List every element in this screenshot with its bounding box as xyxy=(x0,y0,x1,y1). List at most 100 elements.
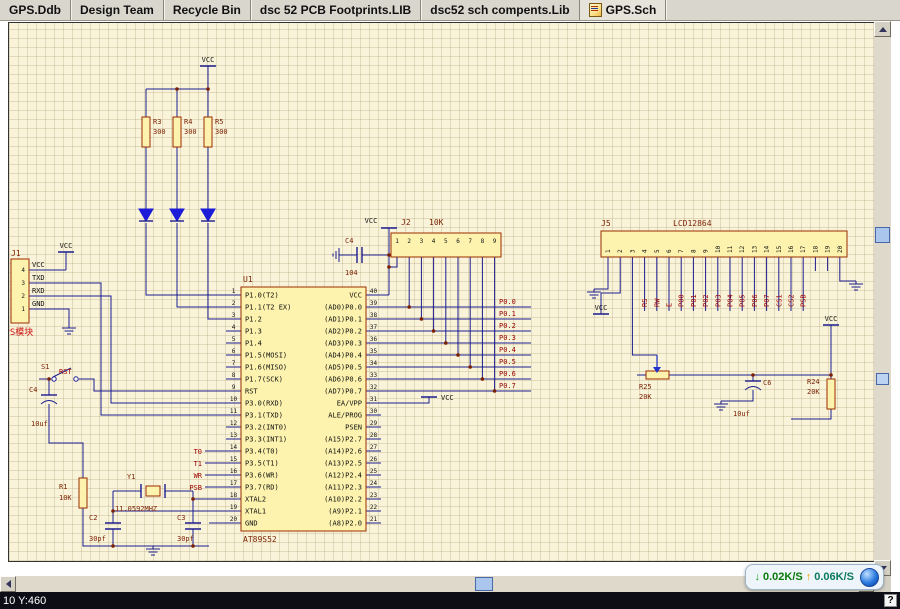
u1-left-pin-name: P3.4(T0) xyxy=(245,448,279,456)
net-label-t0: T0 xyxy=(194,448,202,456)
j2-pin-number: 6 xyxy=(456,238,460,245)
workspace: R3300R4300R5300 J1 GPS模块 4VCC3TXD2RXD1GN… xyxy=(0,21,900,592)
resistor-r1[interactable]: R1 10K xyxy=(59,478,87,508)
u1-right-pin-number: 33 xyxy=(370,372,378,379)
r24-value: 20K xyxy=(807,388,820,396)
junction-dot xyxy=(468,365,472,369)
tab-label: Recycle Bin xyxy=(173,3,241,17)
u1-right-pin-number: 29 xyxy=(370,420,378,427)
tab-gps-sch[interactable]: GPS.Sch xyxy=(580,0,667,20)
network-globe-icon[interactable] xyxy=(860,568,879,587)
j5-pin-number: 15 xyxy=(776,245,783,253)
schematic-sheet[interactable]: R3300R4300R5300 J1 GPS模块 4VCC3TXD2RXD1GN… xyxy=(8,22,874,562)
u1-left-pin-name: XTAL2 xyxy=(245,496,266,504)
y1-value: 11.0592MHZ xyxy=(115,505,157,513)
u1-right-pin-name: (AD4)P0.4 xyxy=(324,352,362,360)
connector-j5-lcd[interactable]: J5 LCD12864 1234RS5RW6E7P008P019P0210P03… xyxy=(601,219,847,307)
resistor-value: 300 xyxy=(215,128,228,136)
j5-pin-number: 19 xyxy=(825,245,832,253)
vertical-scroll-thumb[interactable] xyxy=(875,227,890,243)
network-speed-overlay[interactable]: ↓ 0.02K/S ↑ 0.06K/S xyxy=(745,564,885,590)
u1-right-pin-name: (AD5)P0.5 xyxy=(324,364,362,372)
j5-pin-number: 9 xyxy=(703,249,710,253)
u1-left-pin-number: 9 xyxy=(232,384,236,391)
net-label-p0: P0.7 xyxy=(499,382,516,390)
j5-pin-number: 17 xyxy=(800,245,807,253)
junction-dot xyxy=(493,389,497,393)
junction-dot xyxy=(751,373,755,377)
net-label-t1: T1 xyxy=(194,460,202,468)
j5-pin-number: 12 xyxy=(739,245,746,253)
net-label-p0: P0.0 xyxy=(499,298,516,306)
j1-pin-number: 2 xyxy=(21,293,25,300)
j2-pin-number: 1 xyxy=(395,238,399,245)
u1-ref: U1 xyxy=(243,275,253,284)
u1-left-pin-name: P1.0(T2) xyxy=(245,292,279,300)
crystal-y1[interactable]: Y1 11.0592MHZ xyxy=(115,473,165,513)
ic-u1[interactable]: U1 AT89S52 1P1.0(T2)2P1.1(T2 EX)3P1.24P1… xyxy=(230,275,378,544)
junction-dot xyxy=(387,253,391,257)
potentiometer-r25[interactable]: R25 20K xyxy=(639,355,669,401)
j5-pin-number: 2 xyxy=(617,249,624,253)
u1-right-pin-name: (AD7)P0.7 xyxy=(324,388,362,396)
j5-pin-number: 4 xyxy=(642,249,649,253)
tab-label: Design Team xyxy=(80,3,154,17)
scroll-up-button[interactable] xyxy=(874,21,891,37)
net-label-p0: P0.5 xyxy=(499,358,516,366)
vertical-scrollbar[interactable] xyxy=(874,21,891,576)
junction-dot xyxy=(191,497,195,501)
j2-pin-number: 4 xyxy=(432,238,436,245)
horizontal-scroll-thumb[interactable] xyxy=(475,577,493,591)
tab-recycle-bin[interactable]: Recycle Bin xyxy=(164,0,251,20)
u1-left-pin-name: RST xyxy=(245,388,258,396)
r1-value: 10K xyxy=(59,494,72,502)
resistor-r24[interactable]: R24 20K xyxy=(807,378,835,409)
tab-label: GPS.Ddb xyxy=(9,3,61,17)
c2-ref: C2 xyxy=(89,514,97,522)
schematic-canvas[interactable]: R3300R4300R5300 J1 GPS模块 4VCC3TXD2RXD1GN… xyxy=(0,21,874,576)
j5-pin-number: 8 xyxy=(690,249,697,253)
leds[interactable] xyxy=(139,209,215,221)
y1-ref: Y1 xyxy=(127,473,135,481)
u1-left-pin-name: P1.5(MOSI) xyxy=(245,352,287,360)
capacitor-c4-decoupling[interactable]: C4 104 xyxy=(345,237,362,277)
u1-right-pin-name: (A9)P2.1 xyxy=(328,508,362,516)
scroll-left-button[interactable] xyxy=(0,576,16,592)
resistor-bank-r3-r4-r5[interactable]: R3300R4300R5300 xyxy=(142,117,228,147)
u1-right-pin-name: EA/VPP xyxy=(337,400,362,408)
capacitor-c6[interactable]: C6 10uf xyxy=(733,379,771,418)
tab-gps-ddb[interactable]: GPS.Ddb xyxy=(0,0,71,20)
junction-dot xyxy=(481,377,485,381)
connector-j1[interactable]: J1 GPS模块 4VCC3TXD2RXD1GND xyxy=(9,249,45,338)
tab-dsc52-sch-compents-lib[interactable]: dsc52 sch compents.Lib xyxy=(421,0,579,20)
capacitor-c3[interactable]: C3 30pf xyxy=(177,514,201,543)
u1-right-pin-name: (AD6)P0.6 xyxy=(324,376,362,384)
u1-right-pin-number: 30 xyxy=(370,408,378,415)
j1-pin-name: TXD xyxy=(32,274,45,282)
u1-left-pin-number: 11 xyxy=(230,408,238,415)
j5-signal-label: P01 xyxy=(690,294,698,307)
u1-left-pin-name: XTAL1 xyxy=(245,508,266,516)
tab-dsc-52-pcb-footprints-lib[interactable]: dsc 52 PCB Footprints.LIB xyxy=(251,0,421,20)
j5-ref: J5 xyxy=(601,219,611,228)
u1-right-pin-number: 36 xyxy=(370,336,378,343)
u1-left-pin-number: 14 xyxy=(230,444,238,451)
horizontal-scrollbar[interactable] xyxy=(0,576,874,592)
respack-j2[interactable]: J2 10K 123456789 xyxy=(391,218,501,257)
u1-right-pin-name: (AD2)P0.2 xyxy=(324,328,362,336)
tab-design-team[interactable]: Design Team xyxy=(71,0,164,20)
j1-comment: GPS模块 xyxy=(9,326,33,338)
capacitor-c2[interactable]: C2 30pf xyxy=(89,514,121,543)
u1-left-pin-number: 10 xyxy=(230,396,238,403)
j2-pin-number: 9 xyxy=(493,238,497,245)
resistor-ref: R4 xyxy=(184,118,192,126)
j1-pin-name: VCC xyxy=(32,261,45,269)
u1-left-pin-number: 13 xyxy=(230,432,238,439)
j5-pin-number: 6 xyxy=(666,249,673,253)
resistor-ref: R5 xyxy=(215,118,223,126)
u1-left-pin-number: 20 xyxy=(230,516,238,523)
help-button[interactable]: ? xyxy=(884,594,897,607)
j2-value: 10K xyxy=(429,218,444,227)
capacitor-c4-reset[interactable]: C4 10uf xyxy=(29,386,57,428)
u1-right-pin-name: PSEN xyxy=(345,424,362,432)
